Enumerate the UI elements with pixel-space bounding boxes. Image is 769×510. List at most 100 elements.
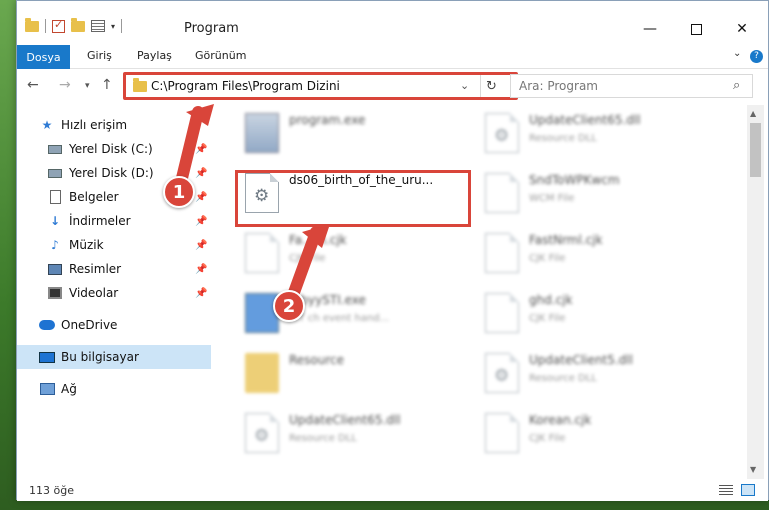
separator (121, 19, 123, 33)
file-item[interactable]: Fa...rn.cjk CJK File (237, 225, 477, 281)
address-highlight (123, 72, 518, 100)
sidebar-item-label: Yerel Disk (C:) (69, 142, 153, 156)
pin-icon: 📌 (195, 263, 208, 275)
properties-check-icon[interactable] (52, 18, 65, 33)
file-name: FastNrml.cjk (529, 233, 603, 247)
pin-icon: 📌 (195, 215, 208, 227)
file-icon (485, 293, 519, 333)
cloud-icon (39, 318, 55, 332)
file-name: UpdateClient5.dll (529, 353, 633, 367)
file-name: UpdateClient65.dll (289, 413, 401, 427)
sidebar-item-label: Yerel Disk (D:) (69, 166, 154, 180)
up-arrow-icon[interactable]: ↑ (101, 77, 113, 93)
minimize-button[interactable]: — (627, 15, 673, 43)
sidebar-item-onedrive[interactable]: OneDrive (17, 313, 211, 337)
details-view-icon[interactable] (719, 485, 733, 496)
file-item[interactable]: ...byySTI.exe ...T ch event hand... (237, 285, 477, 341)
sidebar-item-downloads[interactable]: ↓ İndirmeler 📌 (17, 209, 211, 233)
large-icons-view-icon[interactable] (741, 484, 755, 496)
file-name: program.exe (289, 113, 366, 127)
vertical-scrollbar[interactable]: ▲ ▼ (747, 105, 764, 479)
file-type: Resource DLL (529, 373, 597, 384)
file-icon (245, 233, 279, 273)
sidebar-item-local-disk-c[interactable]: Yerel Disk (C:) 📌 (17, 137, 211, 161)
pictures-icon (47, 262, 63, 276)
file-item[interactable]: Korean.cjk CJK File (477, 405, 717, 461)
sidebar-item-pictures[interactable]: Resimler 📌 (17, 257, 211, 281)
folder-icon (245, 353, 279, 393)
file-item[interactable]: Resource (237, 345, 477, 401)
customize-dropdown-icon[interactable]: ▾ (111, 22, 115, 31)
recent-locations-icon[interactable]: ▾ (85, 81, 90, 91)
scroll-down-icon[interactable]: ▼ (750, 465, 756, 474)
forward-arrow-icon[interactable]: → (59, 77, 71, 93)
computer-icon (39, 350, 55, 364)
tab-share[interactable]: Paylaş (137, 49, 172, 62)
maximize-icon (690, 23, 702, 35)
file-name: ghd.cjk (529, 293, 573, 307)
separator (45, 19, 46, 33)
pin-icon: 📌 (195, 167, 208, 179)
sidebar-item-network[interactable]: Ağ (17, 377, 211, 401)
scroll-up-icon[interactable]: ▲ (750, 109, 756, 118)
exe-file-icon (245, 113, 279, 153)
scroll-thumb[interactable] (750, 123, 761, 177)
sidebar-item-label: Hızlı erişim (61, 118, 128, 132)
pin-icon: 📌 (195, 239, 208, 251)
search-input[interactable]: Ara: Program ⌕ (510, 74, 753, 98)
callout-1: 1 (163, 176, 195, 208)
file-item[interactable]: UpdateClient5.dll Resource DLL (477, 345, 717, 401)
ribbon-tabs: Dosya Giriş Paylaş Görünüm ⌄ ? (17, 45, 768, 69)
tab-file[interactable]: Dosya (17, 45, 70, 69)
sidebar-item-quick-access[interactable]: ★ Hızlı erişim (17, 113, 211, 137)
navigation-bar: ← → ▾ ↑ C:\Program Files\Program Dizini … (17, 69, 768, 105)
file-name: Korean.cjk (529, 413, 592, 427)
file-item[interactable]: UpdateClient65.dll Resource DLL (237, 405, 477, 461)
file-name: Resource (289, 353, 345, 367)
file-item[interactable]: UpdateClient65.dll Resource DLL (477, 105, 717, 161)
sidebar-item-label: Belgeler (69, 190, 119, 204)
tab-view[interactable]: Görünüm (195, 49, 246, 62)
file-item[interactable]: ghd.cjk CJK File (477, 285, 717, 341)
tab-home[interactable]: Giriş (87, 49, 112, 62)
properties-icon[interactable] (91, 20, 105, 32)
star-icon: ★ (41, 118, 53, 132)
folder-icon (25, 17, 39, 32)
sidebar-item-videos[interactable]: Videolar 📌 (17, 281, 211, 305)
item-count: 113 öğe (29, 484, 74, 497)
file-item[interactable]: program.exe (237, 105, 477, 161)
maximize-button[interactable] (673, 15, 719, 43)
pin-icon: 📌 (195, 191, 208, 203)
back-arrow-icon[interactable]: ← (27, 77, 39, 93)
close-icon: ✕ (736, 21, 748, 37)
sidebar-item-this-pc[interactable]: Bu bilgisayar (17, 345, 211, 369)
help-icon[interactable]: ? (750, 50, 763, 63)
dll-file-icon (485, 353, 519, 393)
quick-access-toolbar: ▾ (25, 17, 123, 33)
sidebar-item-music[interactable]: ♪ Müzik 📌 (17, 233, 211, 257)
search-icon[interactable]: ⌕ (733, 78, 740, 93)
file-item[interactable]: SndToWPKwcm WCM File (477, 165, 717, 221)
file-item[interactable]: FastNrml.cjk CJK File (477, 225, 717, 281)
file-type: CJK File (529, 313, 566, 324)
sidebar-item-label: Müzik (69, 238, 104, 252)
music-icon: ♪ (51, 238, 59, 252)
file-type: ...T ch event hand... (289, 313, 390, 324)
sidebar-item-label: Resimler (69, 262, 122, 276)
file-type: WCM File (529, 193, 575, 204)
minimize-icon: — (643, 21, 657, 37)
pin-icon: 📌 (195, 287, 208, 299)
explorer-window: ▾ Program — ✕ Dosya Giriş Paylaş Görünüm… (16, 0, 769, 501)
navigation-pane: ★ Hızlı erişim Yerel Disk (C:) 📌 Yerel D… (17, 105, 211, 479)
download-icon: ↓ (49, 214, 61, 228)
network-icon (39, 382, 55, 396)
sidebar-item-label: OneDrive (61, 318, 118, 332)
close-button[interactable]: ✕ (719, 15, 765, 43)
search-placeholder: Ara: Program (519, 79, 598, 93)
expand-ribbon-icon[interactable]: ⌄ (733, 48, 741, 59)
file-icon (485, 173, 519, 213)
file-type: Resource DLL (289, 433, 357, 444)
dll-file-icon (245, 413, 279, 453)
new-folder-icon[interactable] (71, 17, 85, 32)
file-name: Fa...rn.cjk (289, 233, 347, 247)
